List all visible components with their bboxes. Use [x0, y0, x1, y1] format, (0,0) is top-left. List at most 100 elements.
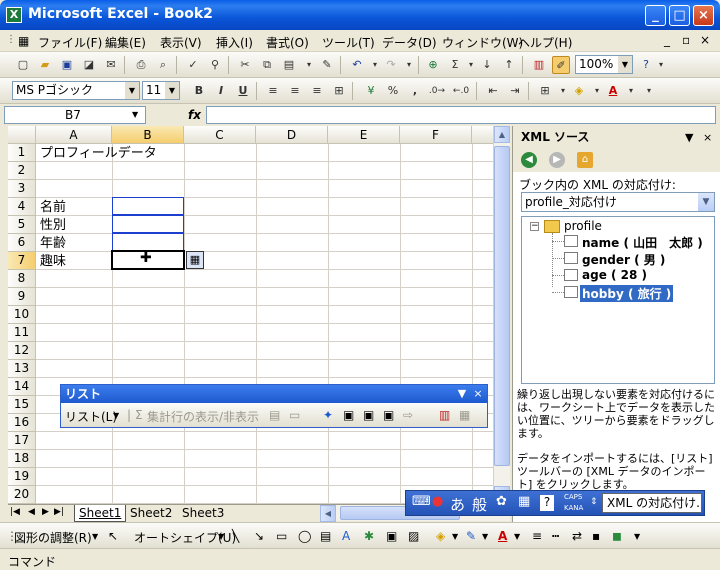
menu-window[interactable]: ウィンドウ(W)	[442, 34, 523, 51]
diagram-icon[interactable]: ✱	[364, 529, 374, 543]
menu-format[interactable]: 書式(O)	[266, 34, 309, 51]
row-header-5[interactable]: 5	[8, 216, 36, 234]
home-icon[interactable]: ⌂	[577, 152, 593, 168]
export-xml-icon[interactable]: ▣	[363, 408, 374, 422]
xml-tree[interactable]: − profile name ( 山田 太郎 ) gender ( 男 ) ag…	[521, 216, 715, 384]
increase-indent-icon[interactable]: ⇥	[506, 82, 524, 100]
row-header-9[interactable]: 9	[8, 288, 36, 306]
align-left-icon[interactable]: ≡	[264, 82, 282, 100]
cell-a7[interactable]: 趣味	[38, 253, 66, 270]
arrow-icon[interactable]: ↘	[254, 529, 264, 543]
print-list-icon[interactable]: ▭	[289, 408, 300, 422]
permission-icon[interactable]: ◪	[80, 56, 98, 74]
decrease-decimal-icon[interactable]: ←.0	[452, 82, 470, 100]
cell-a5[interactable]: 性別	[38, 217, 66, 234]
shadow-style-icon[interactable]: ▪	[592, 529, 600, 543]
rectangle-icon[interactable]: ▭	[276, 529, 287, 543]
langbar-options-icon[interactable]: ⇕	[590, 497, 598, 507]
zoom-dropdown-icon[interactable]: ▼	[618, 56, 632, 73]
row-header-16[interactable]: 16	[8, 414, 36, 432]
currency-icon[interactable]: ¥	[362, 82, 380, 100]
doc-restore-icon[interactable]: ▫	[682, 33, 690, 47]
list-publish-icon[interactable]: ▦	[459, 408, 470, 422]
draw-adjust-menu[interactable]: 図形の調整(R)	[14, 529, 92, 546]
clipart-icon[interactable]: ▣	[386, 529, 397, 543]
print-preview-icon[interactable]: ⌕	[154, 56, 172, 74]
list-toolbar-options-icon[interactable]: ▼	[455, 387, 469, 401]
list-menu-dropdown-icon[interactable]: ▼	[113, 411, 119, 420]
menu-edit[interactable]: 編集(E)	[105, 34, 146, 51]
ime-conversion-mode[interactable]: 般	[472, 494, 487, 515]
ime-help-icon[interactable]: ?	[540, 495, 554, 511]
xml-map-button[interactable]: XML の対応付け...	[602, 493, 702, 513]
xml-map-select[interactable]: profile_対応付け ▼	[521, 192, 715, 212]
copy-icon[interactable]: ⧉	[258, 56, 276, 74]
row-header-15[interactable]: 15	[8, 396, 36, 414]
row-header-20[interactable]: 20	[8, 486, 36, 504]
percent-button[interactable]: %	[384, 82, 402, 100]
row-header-1[interactable]: 1	[8, 144, 36, 162]
last-sheet-icon[interactable]: ▶|	[54, 507, 64, 517]
list-toolbar-close-icon[interactable]: ×	[471, 387, 485, 401]
increase-decimal-icon[interactable]: .0→	[428, 82, 446, 100]
cell-a1[interactable]: プロフィールデータ	[38, 145, 157, 162]
row-header-7[interactable]: 7	[8, 252, 36, 270]
draw-fill-dropdown-icon[interactable]: ▼	[452, 532, 458, 541]
drawing-toggle-icon[interactable]: ✐	[552, 56, 570, 74]
font-name-dropdown-icon[interactable]: ▼	[125, 82, 139, 99]
save-icon[interactable]: ▣	[58, 56, 76, 74]
tree-node-gender[interactable]: gender ( 男 )	[582, 251, 665, 268]
column-header-b[interactable]: B	[112, 126, 184, 144]
vertical-scrollbar[interactable]: ▲ ▼	[493, 126, 510, 504]
tree-node-hobby[interactable]: hobby ( 旅行 )	[580, 285, 674, 302]
forward-icon[interactable]: ▶	[549, 152, 565, 168]
list-toolbar-title[interactable]: リスト	[61, 385, 487, 403]
email-icon[interactable]: ✉	[102, 56, 120, 74]
hyperlink-icon[interactable]: ⊕	[424, 56, 442, 74]
column-header-f[interactable]: F	[400, 126, 472, 144]
chart-wizard-icon[interactable]: ▥	[530, 56, 548, 74]
font-name-combo[interactable]: MS Pゴシック ▼	[12, 81, 140, 100]
maximize-button[interactable]: □	[669, 5, 690, 26]
row-header-13[interactable]: 13	[8, 360, 36, 378]
row-header-3[interactable]: 3	[8, 180, 36, 198]
open-icon[interactable]: ▰	[36, 56, 54, 74]
row-header-4[interactable]: 4	[8, 198, 36, 216]
spelling-icon[interactable]: ✓	[184, 56, 202, 74]
font-color-icon[interactable]: A	[604, 82, 622, 100]
menu-data[interactable]: データ(D)	[382, 34, 437, 51]
cell-a6[interactable]: 年齢	[38, 235, 66, 252]
picture-icon[interactable]: ▨	[408, 529, 419, 543]
draw-adjust-dropdown-icon[interactable]: ▼	[92, 532, 98, 541]
row-header-2[interactable]: 2	[8, 162, 36, 180]
menu-file[interactable]: ファイル(F)	[38, 34, 102, 51]
ime-pad-icon[interactable]: ●	[432, 494, 443, 509]
ime-input-mode[interactable]: あ	[450, 494, 465, 515]
xml-map-dropdown-icon[interactable]: ▼	[698, 193, 714, 211]
merge-center-icon[interactable]: ⊞	[330, 82, 348, 100]
align-center-icon[interactable]: ≡	[286, 82, 304, 100]
row-header-18[interactable]: 18	[8, 450, 36, 468]
undo-icon[interactable]: ↶	[348, 56, 366, 74]
list-menu-button[interactable]: リスト(L)	[65, 408, 117, 425]
worksheet-grid[interactable]: A B C D E F 1 2 3 4 5 6 7 8 9 10 11 12 13 14 15 16 17 18 1…	[8, 126, 510, 504]
font-color-dropdown-icon[interactable]: ▾	[622, 82, 640, 100]
draw-font-color-icon[interactable]: A	[498, 529, 507, 543]
name-box[interactable]: B7	[4, 106, 146, 124]
dash-style-icon[interactable]: ┅	[552, 529, 559, 543]
menu-insert[interactable]: 挿入(I)	[216, 34, 253, 51]
menu-help[interactable]: ヘルプ(H)	[518, 34, 572, 51]
name-box-dropdown-icon[interactable]: ▼	[132, 110, 138, 119]
select-all-corner[interactable]	[8, 126, 36, 144]
toolbar-options-icon[interactable]: ▾	[652, 56, 670, 74]
tab-sheet2[interactable]: Sheet2	[126, 505, 176, 522]
pane-menu-icon[interactable]: ▼	[685, 131, 693, 144]
tab-sheet3[interactable]: Sheet3	[178, 505, 228, 522]
list-chart-icon[interactable]: ▥	[439, 408, 450, 422]
redo-icon[interactable]: ↷	[382, 56, 400, 74]
pane-close-icon[interactable]: ×	[703, 131, 712, 144]
redo-dropdown-icon[interactable]: ▾	[400, 56, 418, 74]
draw-fill-color-icon[interactable]: ◈	[436, 529, 445, 543]
excel-doc-icon[interactable]: ▦	[18, 34, 29, 48]
menu-tools[interactable]: ツール(T)	[322, 34, 375, 51]
